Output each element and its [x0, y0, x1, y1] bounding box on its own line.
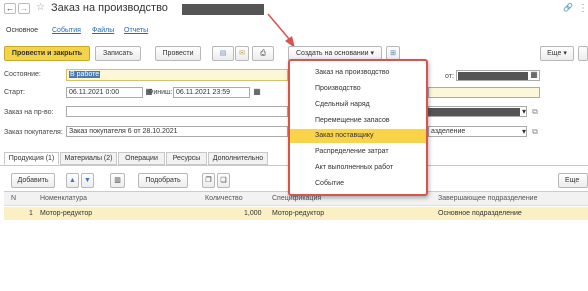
tab-operations[interactable]: Операции [118, 152, 165, 165]
add-row-button[interactable]: Добавить [11, 173, 55, 188]
state-label: Состояние: [4, 71, 41, 78]
barcode-button[interactable]: ▥ [110, 173, 125, 188]
col-division[interactable]: Завершающее подразделение [438, 195, 538, 202]
right-field-2-link-icon[interactable]: ⧉ [530, 107, 540, 117]
tab-reports[interactable]: Отчеты [124, 27, 148, 34]
start-field[interactable]: 06.11.2021 0:00 [66, 87, 143, 98]
menu-item-event[interactable]: Событие [290, 177, 426, 191]
tab-resources[interactable]: Ресурсы [166, 152, 207, 165]
right-field-2-redaction [428, 108, 520, 116]
date-redaction [458, 72, 528, 80]
forward-button[interactable]: → [18, 3, 30, 14]
post-button[interactable]: Провести [155, 46, 201, 61]
col-qty[interactable]: Количество [205, 195, 243, 202]
right-field-1[interactable] [428, 87, 540, 98]
order-field[interactable] [66, 106, 288, 117]
menu-item-supplier-order[interactable]: Заказ поставщику [290, 129, 426, 143]
tab-products[interactable]: Продукция (1) [4, 152, 59, 165]
create-based-on-menu: Заказ на производство Производство Сдель… [288, 59, 428, 196]
mail-icon: ✉ [239, 50, 245, 57]
right-field-2-dropdown-icon[interactable]: ▾ [520, 107, 528, 117]
finish-label: Финиш: [148, 89, 173, 96]
favorite-star-icon[interactable]: ☆ [36, 2, 45, 13]
help-button[interactable] [578, 46, 588, 61]
tab-events[interactable]: События [52, 27, 81, 34]
table-row[interactable]: 1 Мотор-редуктор 1,000 Мотор-редуктор Ос… [4, 207, 588, 220]
tab-additional[interactable]: Дополнительно [208, 152, 268, 165]
tab-main[interactable]: Основное [6, 27, 38, 34]
menu-item-production-order[interactable]: Заказ на производство [290, 66, 426, 80]
row-spec: Мотор-редуктор [272, 210, 325, 217]
arrow-down-icon: ▼ [84, 177, 91, 184]
col-item[interactable]: Номенклатура [40, 195, 87, 202]
calendar-icon[interactable]: ▦ [529, 70, 539, 80]
buyer-order-field[interactable]: Заказ покупателя 6 от 28.10.2021 [66, 126, 288, 137]
file-menu-button[interactable]: ▤ [212, 46, 234, 61]
row-division: Основное подразделение [438, 210, 522, 217]
title-redaction [182, 4, 264, 15]
tab-materials[interactable]: Материалы (2) [60, 152, 117, 165]
row-item: Мотор-редуктор [40, 210, 93, 217]
create-based-label: Создать на основании [295, 50, 369, 57]
more-label: Еще [547, 50, 562, 57]
division-field[interactable]: азделение [428, 126, 527, 137]
move-down-button[interactable]: ▼ [81, 173, 94, 188]
more-vertical-icon[interactable]: ⋮ [578, 3, 588, 14]
copy-button[interactable]: ❐ [202, 173, 215, 188]
move-up-button[interactable]: ▲ [66, 173, 79, 188]
division-dropdown-icon[interactable]: ▾ [520, 127, 528, 137]
mail-button[interactable]: ✉ [235, 46, 249, 61]
start-label: Старт: [4, 89, 25, 96]
table-more-button[interactable]: Еще [558, 173, 588, 188]
back-button[interactable]: ← [4, 3, 16, 14]
structure-icon: ⊞ [390, 50, 396, 57]
copy-icon: ❐ [205, 177, 212, 184]
paste-button[interactable]: ❏ [217, 173, 230, 188]
write-button[interactable]: Записать [95, 46, 141, 61]
col-n[interactable]: N [11, 195, 16, 202]
menu-item-stock-transfer[interactable]: Перемещение запасов [290, 114, 426, 128]
select-items-button[interactable]: Подобрать [138, 173, 188, 188]
tab-files[interactable]: Файлы [92, 27, 114, 34]
order-label: Заказ на пр-во: [4, 109, 54, 116]
row-qty: 1,000 [244, 210, 262, 217]
from-label: от: [445, 73, 454, 80]
menu-item-production[interactable]: Производство [290, 82, 426, 96]
print-button[interactable]: ⎙ [252, 46, 274, 61]
col-spec[interactable]: Спецификация [272, 195, 321, 202]
finish-field[interactable]: 06.11.2021 23:59 [173, 87, 250, 98]
menu-item-cost-allocation[interactable]: Распределение затрат [290, 145, 426, 159]
link-icon[interactable]: 🔗 [563, 3, 573, 12]
row-n: 1 [29, 210, 33, 217]
state-field[interactable]: В работе [66, 69, 288, 81]
barcode-icon: ▥ [114, 177, 121, 184]
window-title: Заказ на производство [51, 2, 168, 14]
more-button[interactable]: Еще ▾ [540, 46, 574, 61]
finish-calendar-icon[interactable]: ▦ [252, 87, 262, 97]
printer-icon: ⎙ [260, 50, 266, 57]
post-and-close-button[interactable]: Провести и закрыть [4, 46, 90, 61]
buyer-order-label: Заказ покупателя: [4, 129, 63, 136]
document-icon: ▤ [219, 50, 227, 57]
menu-item-work-act[interactable]: Акт выполненных работ [290, 161, 426, 175]
state-value: В работе [69, 71, 101, 78]
paste-icon: ❏ [220, 177, 227, 184]
arrow-up-icon: ▲ [69, 177, 76, 184]
division-link-icon[interactable]: ⧉ [530, 127, 540, 137]
menu-item-piecework-order[interactable]: Сдельный наряд [290, 98, 426, 112]
